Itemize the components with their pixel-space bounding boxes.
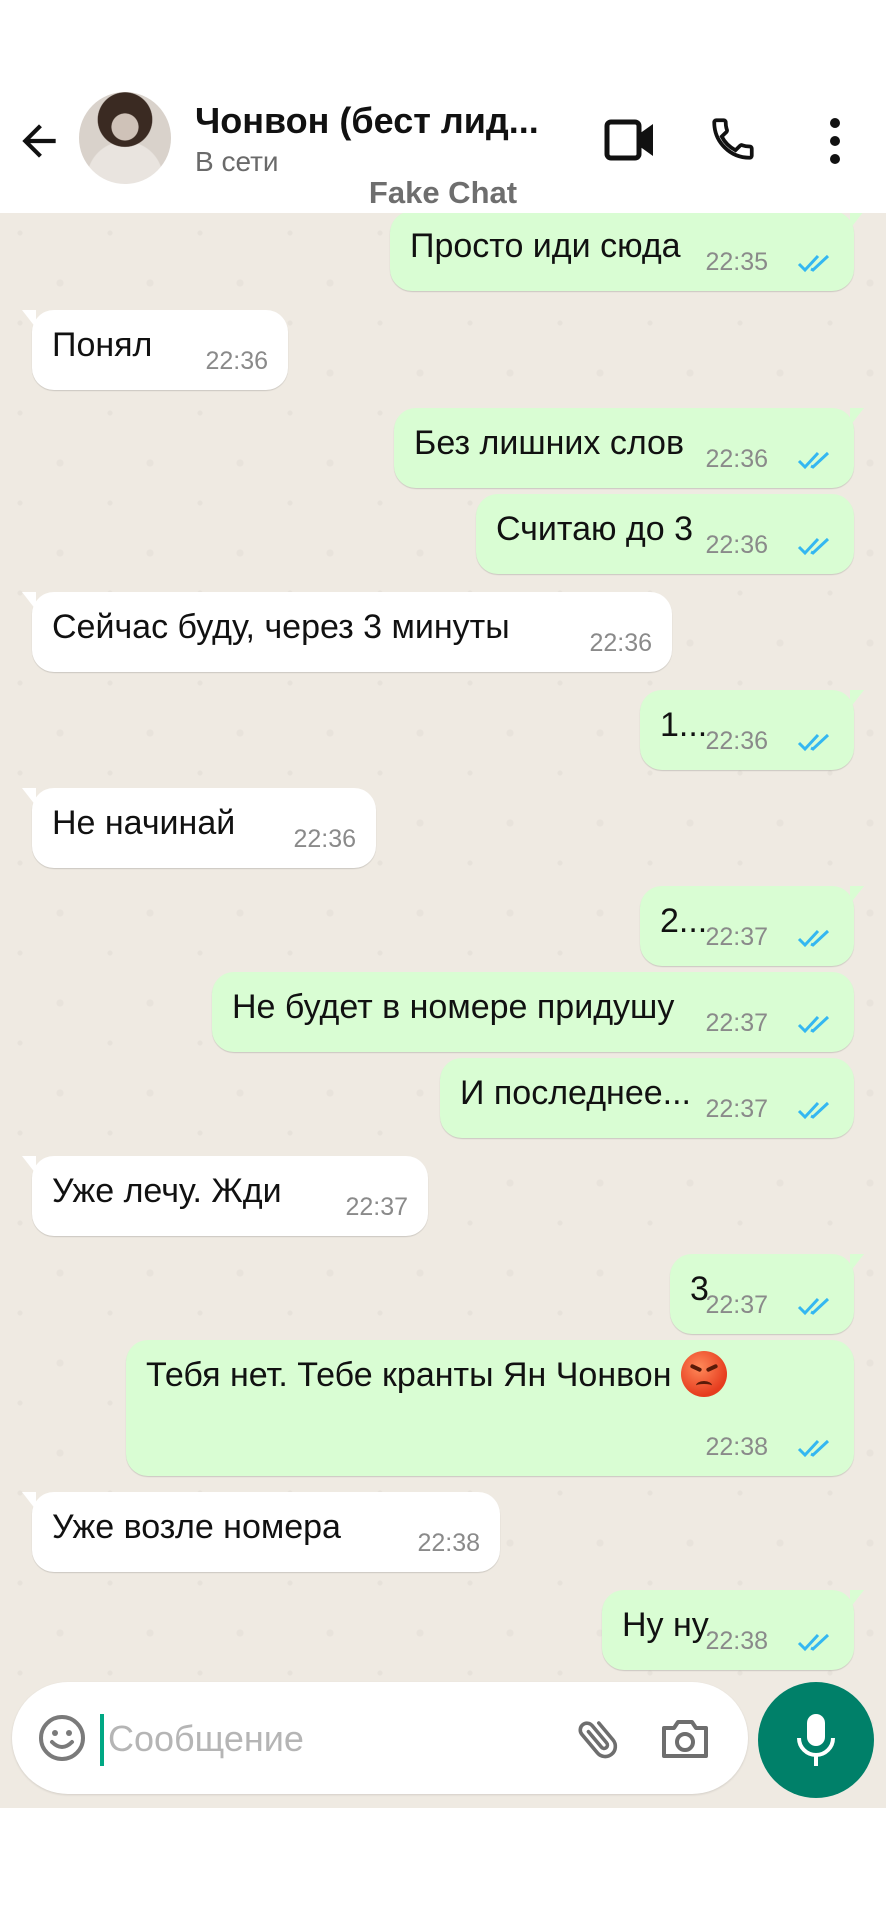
voice-message-button[interactable] [758, 1682, 874, 1798]
message-time: 22:37 [705, 923, 768, 951]
watermark-label: Fake Chat [368, 175, 518, 210]
message-composer: Сообщение [12, 1682, 748, 1794]
message-bubble-outgoing[interactable]: Не будет в номере придушу 22:37 [212, 972, 854, 1052]
message-text: Понял [52, 326, 153, 364]
message-bubble-outgoing[interactable]: Без лишних слов 22:36 [394, 408, 864, 488]
read-ticks-icon [797, 1297, 830, 1316]
message-bubble-outgoing[interactable]: Тебя нет. Тебе кранты Ян Чонвон 22:38 [126, 1340, 854, 1476]
message-time: 22:37 [345, 1193, 408, 1221]
read-ticks-icon [797, 1015, 830, 1034]
message-time: 22:36 [705, 445, 768, 473]
message-list[interactable]: Просто иди сюда 22:35 Понял 22:36 Без ли… [0, 213, 886, 1808]
message-text: Просто иди сюда [410, 227, 681, 265]
paperclip-icon [578, 1721, 618, 1759]
message-text: Уже лечу. Жди [52, 1172, 282, 1210]
read-ticks-icon [797, 1439, 830, 1458]
message-text: Уже возле номера [52, 1508, 341, 1546]
contact-name[interactable]: Чонвон (бест лид... [195, 100, 565, 142]
read-ticks-icon [797, 1633, 830, 1652]
message-text: Сейчас буду, через 3 минуты [52, 608, 510, 646]
camera-icon [662, 1720, 708, 1758]
read-ticks-icon [797, 451, 830, 470]
message-time: 22:36 [589, 629, 652, 657]
arrow-left-icon [22, 124, 56, 158]
read-ticks-icon [797, 537, 830, 556]
microphone-icon [797, 1714, 835, 1766]
message-text: Тебя нет. Тебе кранты Ян Чонвон [146, 1351, 728, 1398]
message-text: Не начинай [52, 804, 236, 842]
avatar[interactable] [79, 92, 171, 184]
message-time: 22:38 [705, 1433, 768, 1461]
message-time: 22:36 [205, 347, 268, 375]
message-time: 22:36 [293, 825, 356, 853]
message-text: Считаю до 3 [496, 510, 694, 548]
read-ticks-icon [797, 733, 830, 752]
message-time: 22:35 [705, 248, 768, 276]
video-camera-icon [604, 119, 653, 161]
message-bubble-outgoing[interactable]: 3 22:37 [670, 1254, 864, 1334]
message-time: 22:37 [705, 1291, 768, 1319]
read-ticks-icon [797, 254, 830, 273]
text-cursor [100, 1714, 104, 1766]
smiley-icon [39, 1715, 85, 1761]
camera-button[interactable] [658, 1712, 712, 1766]
voice-call-button[interactable] [708, 114, 758, 164]
message-bubble-outgoing[interactable]: 1... 22:36 [640, 690, 864, 770]
read-ticks-icon [797, 1101, 830, 1120]
phone-icon [712, 118, 754, 160]
emoji-button[interactable] [36, 1712, 88, 1764]
message-time: 22:37 [705, 1095, 768, 1123]
message-text: И последнее... [460, 1074, 691, 1112]
message-bubble-incoming[interactable]: Уже возле номера 22:38 [22, 1492, 500, 1572]
message-bubble-incoming[interactable]: Понял 22:36 [22, 310, 288, 390]
message-bubble-incoming[interactable]: Сейчас буду, через 3 минуты 22:36 [22, 592, 672, 672]
message-text: Ну ну [622, 1606, 709, 1644]
read-ticks-icon [797, 929, 830, 948]
chat-header: Чонвон (бест лид... В сети Fake Chat [0, 0, 886, 213]
message-bubble-outgoing[interactable]: 2... 22:37 [640, 886, 864, 966]
message-time: 22:38 [417, 1529, 480, 1557]
more-options-button[interactable] [818, 114, 852, 168]
message-bubble-outgoing[interactable]: Ну ну 22:38 [602, 1590, 864, 1670]
message-bubble-outgoing[interactable]: Считаю до 3 22:36 [476, 494, 854, 574]
message-bubble-incoming[interactable]: Не начинай 22:36 [22, 788, 376, 868]
message-time: 22:36 [705, 531, 768, 559]
message-text: Без лишних слов [414, 424, 685, 462]
message-bubble-incoming[interactable]: Уже лечу. Жди 22:37 [22, 1156, 428, 1236]
message-bubble-outgoing[interactable]: Просто иди сюда 22:35 [390, 213, 864, 291]
angry-face-icon [681, 1351, 728, 1398]
message-time: 22:38 [705, 1627, 768, 1655]
message-time: 22:36 [705, 727, 768, 755]
message-bubble-outgoing[interactable]: И последнее... 22:37 [440, 1058, 854, 1138]
message-time: 22:37 [705, 1009, 768, 1037]
contact-status: В сети [195, 146, 279, 177]
attach-button[interactable] [572, 1712, 626, 1766]
message-text: Не будет в номере придушу [232, 988, 675, 1026]
video-call-button[interactable] [604, 118, 656, 162]
back-button[interactable] [14, 116, 64, 166]
more-vertical-icon [830, 118, 840, 164]
message-input[interactable]: Сообщение [108, 1718, 304, 1760]
message-text: 1... [660, 706, 708, 744]
message-text: 2... [660, 902, 708, 940]
